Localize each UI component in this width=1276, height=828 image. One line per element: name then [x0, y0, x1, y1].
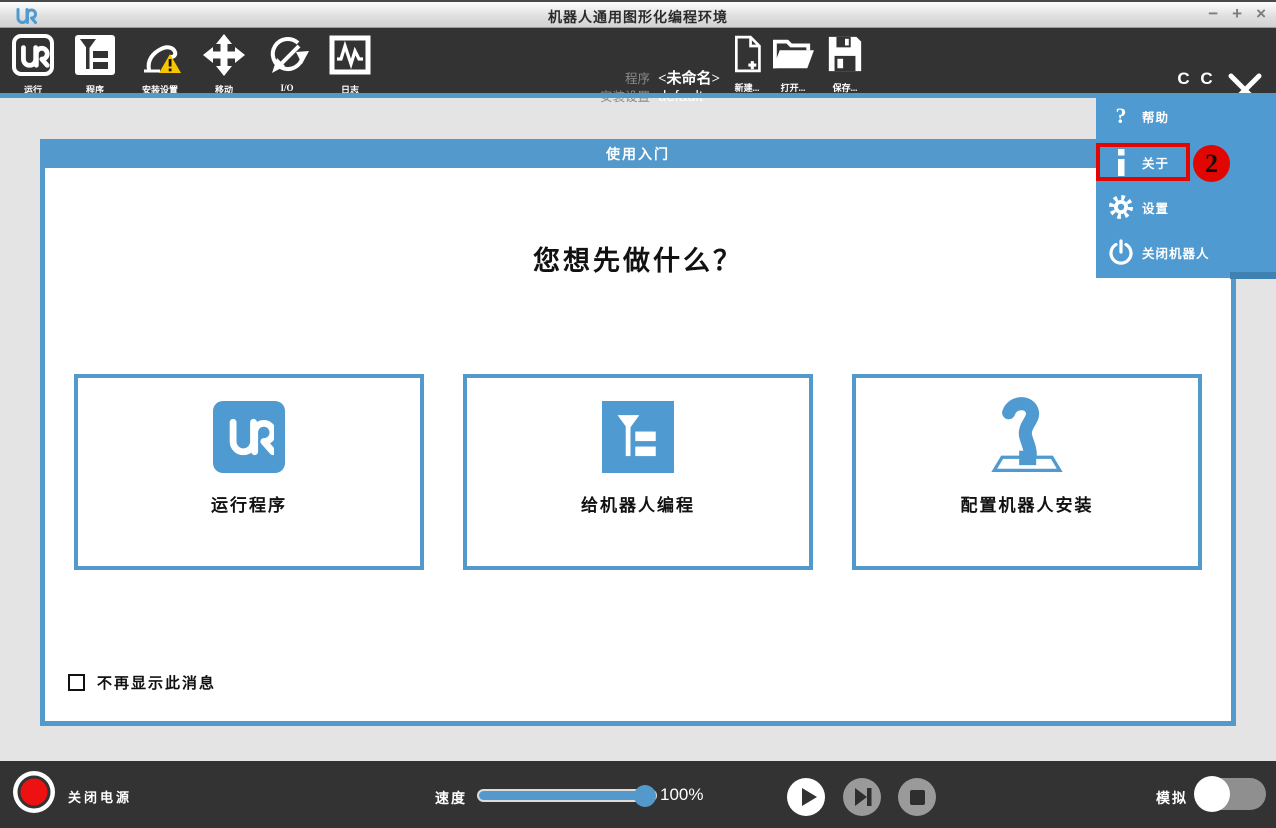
menu-item-shutdown-label: 关闭机器人 [1142, 243, 1210, 262]
simulation-label: 模拟 [1156, 788, 1188, 808]
gear-icon [1108, 194, 1134, 220]
nav-run[interactable]: 运行 [3, 33, 63, 96]
power-off-label: 关闭电源 [68, 787, 132, 806]
welcome-heading: 您想先做什么？ [45, 239, 1231, 278]
dont-show-again-checkbox[interactable] [68, 674, 85, 691]
session-letter: C [1172, 68, 1195, 90]
play-button[interactable] [787, 778, 825, 816]
card-run-program-label: 运行程序 [78, 491, 420, 516]
run-icon [11, 64, 55, 81]
program-field-label: 程序 [584, 68, 650, 87]
save-floppy-icon [826, 61, 864, 78]
program-info: 程序 <未命名> 安装设置 default [584, 67, 720, 105]
power-status-button[interactable] [11, 769, 57, 820]
menu-item-help-label: 帮助 [1142, 107, 1169, 126]
io-circular-arrows-icon [265, 64, 309, 81]
nav-io-label: I/O [257, 83, 317, 93]
new-file-icon [731, 61, 763, 78]
footer-bar: 关闭电源 速度 100% 模拟 [0, 761, 1276, 828]
speed-slider-thumb[interactable] [634, 785, 656, 807]
panel-title: 使用入门 [40, 139, 1236, 168]
card-configure-installation-label: 配置机器人安装 [856, 491, 1198, 516]
speed-slider-fill [479, 791, 655, 800]
annotation-step-badge: 2 [1193, 145, 1230, 182]
card-run-program[interactable]: 运行程序 [74, 374, 424, 570]
dont-show-again-label: 不再显示此消息 [97, 672, 216, 693]
title-bar: 机器人通用图形化编程环境 − + × [0, 0, 1276, 28]
menu-item-settings[interactable]: 设置 [1096, 188, 1276, 226]
nav-program[interactable]: 程序 [65, 33, 125, 96]
speed-percent-value: 100% [660, 785, 703, 805]
window-title: 机器人通用图形化编程环境 [0, 7, 1276, 27]
robot-warning-icon [138, 64, 182, 81]
menu-item-shutdown[interactable]: 关闭机器人 [1096, 233, 1276, 271]
move-arrows-icon [202, 64, 246, 81]
save-file-button[interactable]: 保存... [817, 34, 873, 94]
menu-item-help[interactable]: ? 帮助 [1096, 97, 1276, 135]
speed-slider[interactable] [477, 789, 657, 802]
dont-show-again-row: 不再显示此消息 [68, 672, 216, 693]
card-configure-installation[interactable]: 配置机器人安装 [852, 374, 1202, 570]
nav-move[interactable]: 移动 [194, 33, 254, 96]
open-file-button[interactable]: 打开... [765, 34, 821, 94]
robot-arm-icon [985, 397, 1069, 478]
session-letter: C [1195, 68, 1218, 90]
card-program-robot-label: 给机器人编程 [467, 491, 809, 516]
log-chart-icon [328, 64, 372, 81]
ur-logo-badge-icon [213, 401, 285, 473]
card-program-robot[interactable]: 给机器人编程 [463, 374, 813, 570]
step-forward-button[interactable] [843, 778, 881, 816]
accent-divider [0, 93, 1276, 98]
simulation-toggle[interactable] [1195, 778, 1266, 810]
speed-label: 速度 [435, 788, 467, 808]
nav-log[interactable]: 日志 [320, 33, 380, 96]
help-icon: ? [1108, 103, 1134, 129]
stop-button[interactable] [898, 778, 936, 816]
program-tree-badge-icon [602, 401, 674, 473]
simulation-toggle-knob[interactable] [1194, 776, 1230, 812]
maximize-button[interactable]: + [1232, 4, 1242, 24]
minimize-button[interactable]: − [1208, 4, 1218, 24]
close-button[interactable]: × [1256, 4, 1266, 24]
program-name-value: <未命名> [658, 67, 720, 88]
menu-item-settings-label: 设置 [1142, 198, 1169, 217]
power-icon [1108, 239, 1134, 265]
menu-shadow [1230, 272, 1276, 279]
open-folder-icon [772, 61, 814, 78]
nav-installation[interactable]: 安装设置 [130, 33, 190, 96]
nav-io[interactable]: I/O [257, 33, 317, 93]
program-tree-icon [73, 64, 117, 81]
annotation-highlight-box [1096, 143, 1190, 181]
main-toolbar: 运行 程序 安装设置 [0, 28, 1276, 93]
hamburger-dropdown-menu: ? 帮助 关于 设置 关闭机器人 [1096, 95, 1276, 278]
